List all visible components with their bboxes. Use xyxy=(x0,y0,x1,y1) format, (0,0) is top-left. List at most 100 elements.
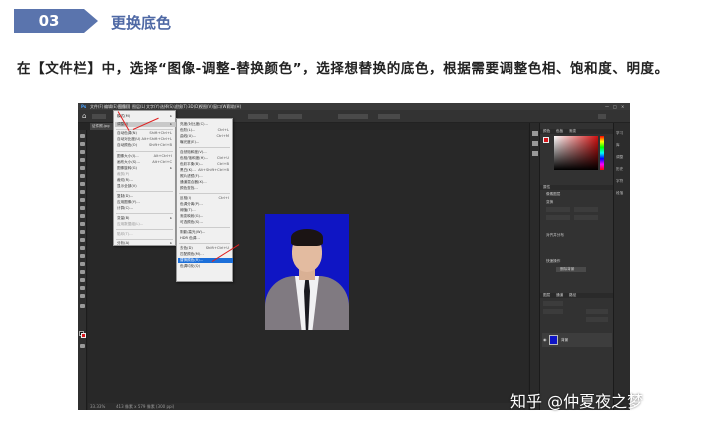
move-tool-icon[interactable] xyxy=(80,134,85,138)
menu-item[interactable]: 应用图像(Y)... xyxy=(117,200,140,204)
dodge-tool-icon[interactable] xyxy=(80,246,85,250)
path-select-tool-icon[interactable] xyxy=(80,270,85,274)
menu-image[interactable]: 图像(I) xyxy=(118,104,131,109)
pen-tool-icon[interactable] xyxy=(80,254,85,258)
shape-tool-icon[interactable] xyxy=(80,278,85,282)
menu-item[interactable]: 阴影/高光(W)... xyxy=(180,230,205,234)
menu-item[interactable]: 反相(I) xyxy=(180,196,191,200)
options-control[interactable] xyxy=(338,114,368,119)
menu-item[interactable]: 色调分离(P)... xyxy=(180,202,203,206)
blend-mode-select[interactable] xyxy=(543,309,563,314)
lasso-tool-icon[interactable] xyxy=(80,150,85,154)
panel-character[interactable]: 字符 xyxy=(616,179,623,184)
menu-item[interactable]: 陷印(T)... xyxy=(117,232,133,236)
panel-foreground-swatch[interactable] xyxy=(543,137,549,143)
menu-filter[interactable]: 滤镜(T) xyxy=(174,104,188,109)
panel-history[interactable]: 历史 xyxy=(616,167,623,172)
menu-item[interactable]: 色阶(L)... xyxy=(180,128,195,132)
menu-window[interactable]: 窗口(W) xyxy=(213,104,228,109)
panel-adjustments[interactable]: 调整 xyxy=(616,155,623,160)
tab-paths[interactable]: 路径 xyxy=(569,293,576,298)
transform-field[interactable] xyxy=(574,207,598,212)
tab-color[interactable]: 颜色 xyxy=(543,129,550,134)
options-control[interactable] xyxy=(248,114,268,119)
brush-tool-icon[interactable] xyxy=(80,198,85,202)
remove-background-button[interactable]: 删除背景 xyxy=(556,267,586,272)
hand-tool-icon[interactable] xyxy=(80,286,85,290)
tab-properties[interactable]: 属性 xyxy=(543,185,550,190)
tab-layers[interactable]: 图层 xyxy=(543,293,550,298)
menu-type[interactable]: 文字(Y) xyxy=(146,104,160,109)
quick-mask-icon[interactable] xyxy=(80,344,85,348)
menu-item[interactable]: 图像大小(I)... xyxy=(117,154,139,158)
menu-file[interactable]: 文件(F) xyxy=(90,104,103,109)
menu-item[interactable]: 通道混合器(X)... xyxy=(180,180,207,184)
frame-tool-icon[interactable] xyxy=(80,174,85,178)
menu-item-replace-color[interactable]: 替换颜色(R)... xyxy=(180,258,203,262)
menu-item[interactable]: 黑白(K)... xyxy=(180,168,196,172)
properties-panel-icon[interactable] xyxy=(532,141,538,146)
history-panel-icon[interactable] xyxy=(532,131,538,136)
menu-item[interactable]: 自然饱和度(V)... xyxy=(180,150,207,154)
menu-item[interactable]: 匹配颜色(M)... xyxy=(180,252,204,256)
menu-item[interactable]: 曝光度(E)... xyxy=(180,140,199,144)
menu-item[interactable]: 阈值(T)... xyxy=(180,208,196,212)
type-tool-icon[interactable] xyxy=(80,262,85,266)
menu-item[interactable]: 自动颜色(O) xyxy=(117,143,137,147)
history-brush-tool-icon[interactable] xyxy=(80,214,85,218)
eraser-tool-icon[interactable] xyxy=(80,222,85,226)
stamp-tool-icon[interactable] xyxy=(80,206,85,210)
menu-edit[interactable]: 编辑(E) xyxy=(104,104,118,109)
close-icon[interactable]: × xyxy=(621,104,624,109)
blur-tool-icon[interactable] xyxy=(80,238,85,242)
hue-slider[interactable] xyxy=(600,136,604,170)
menu-item[interactable]: HDR 色调... xyxy=(180,236,200,240)
menu-item[interactable]: 色调均化(Q) xyxy=(180,264,200,268)
maximize-icon[interactable]: □ xyxy=(613,104,617,109)
layer-row-background[interactable]: ◉ 背景 xyxy=(542,333,612,347)
background-color-swatch[interactable] xyxy=(81,333,86,338)
crop-tool-icon[interactable] xyxy=(80,166,85,170)
transform-field[interactable] xyxy=(546,215,570,220)
panel-libraries[interactable]: 库 xyxy=(616,143,620,148)
menu-item[interactable]: 裁切(R)... xyxy=(117,178,133,182)
healing-tool-icon[interactable] xyxy=(80,190,85,194)
magic-wand-tool-icon[interactable] xyxy=(80,158,85,162)
gradient-tool-icon[interactable] xyxy=(80,230,85,234)
opacity-field[interactable] xyxy=(586,309,608,314)
eyedropper-tool-icon[interactable] xyxy=(80,182,85,186)
home-icon[interactable]: ⌂ xyxy=(82,112,86,120)
menu-item[interactable]: 分析(A) xyxy=(117,241,129,245)
menu-item[interactable]: 画布大小(S)... xyxy=(117,160,140,164)
menu-item[interactable]: 变量(B) xyxy=(117,216,129,220)
marquee-tool-icon[interactable] xyxy=(80,142,85,146)
menu-item[interactable]: 显示全部(V) xyxy=(117,184,137,188)
menu-layer[interactable]: 图层(L) xyxy=(132,104,145,109)
layer-filter-select[interactable] xyxy=(543,301,563,306)
menu-help[interactable]: 帮助(H) xyxy=(227,104,241,109)
menu-item[interactable]: 计算(C)... xyxy=(117,206,133,210)
zoom-tool-icon[interactable] xyxy=(80,294,85,298)
menu-item[interactable]: 应用数据组(L)... xyxy=(117,222,143,226)
more-tools-icon[interactable] xyxy=(80,304,85,308)
menu-item[interactable]: 亮度/对比度(C)... xyxy=(180,122,208,126)
transform-field[interactable] xyxy=(574,215,598,220)
tab-swatches[interactable]: 色板 xyxy=(556,129,563,134)
menu-item[interactable]: 渐变映射(G)... xyxy=(180,214,203,218)
tab-gradient[interactable]: 渐变 xyxy=(569,129,576,134)
menu-item[interactable]: 色彩平衡(B)... xyxy=(180,162,203,166)
menu-select[interactable]: 选择(S) xyxy=(160,104,174,109)
menu-item[interactable]: 可选颜色(S)... xyxy=(180,220,203,224)
fill-field[interactable] xyxy=(586,317,608,322)
transform-field[interactable] xyxy=(546,207,570,212)
menu-item[interactable]: 去色(D) xyxy=(180,246,193,250)
search-icon[interactable] xyxy=(598,114,606,119)
menu-item[interactable]: 复制(D)... xyxy=(117,194,133,198)
panel-learn[interactable]: 学习 xyxy=(616,131,623,136)
panel-paragraph[interactable]: 段落 xyxy=(616,191,623,196)
options-control[interactable] xyxy=(378,114,400,119)
menu-item[interactable]: 色相/饱和度(H)... xyxy=(180,156,208,160)
menu-item[interactable]: 颜色查找... xyxy=(180,186,198,190)
menu-item[interactable]: 图像旋转(G) xyxy=(117,166,137,170)
minimize-icon[interactable]: — xyxy=(605,104,609,109)
